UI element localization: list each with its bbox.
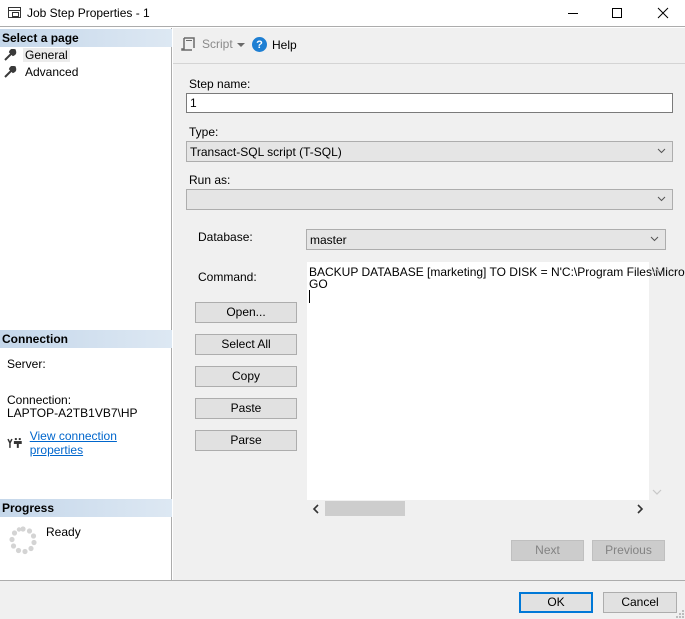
help-button[interactable]: ? Help [252, 37, 297, 52]
scroll-right-icon[interactable] [636, 504, 644, 514]
connection-header: Connection [0, 330, 172, 348]
dialog-footer: OK Cancel [0, 580, 685, 619]
page-item-general[interactable]: General [4, 47, 70, 62]
select-page-header: Select a page [0, 29, 172, 47]
script-icon [181, 37, 195, 51]
wrench-icon [4, 48, 17, 61]
step-name-label: Step name: [189, 77, 251, 91]
page-item-label: General [23, 47, 70, 62]
type-select[interactable]: Transact-SQL script (T-SQL) [186, 141, 673, 162]
scroll-up-icon[interactable] [652, 266, 662, 276]
scroll-down-icon[interactable] [652, 487, 662, 497]
chevron-down-icon [657, 148, 666, 154]
next-button[interactable]: Next [511, 540, 584, 561]
close-button[interactable] [640, 0, 685, 26]
scroll-left-icon[interactable] [312, 504, 320, 514]
toolbar: Script ? Help [173, 28, 685, 64]
command-line: BACKUP DATABASE [marketing] TO DISK = N'… [309, 265, 685, 279]
cancel-button[interactable]: Cancel [603, 592, 677, 613]
horizontal-scrollbar[interactable] [307, 501, 649, 517]
server-label: Server: [7, 357, 46, 371]
script-button[interactable]: Script [181, 37, 233, 51]
connection-properties-icon [7, 438, 22, 448]
page-item-advanced[interactable]: Advanced [4, 64, 80, 79]
script-dropdown-icon[interactable] [237, 43, 245, 47]
view-connection-properties-row: View connection properties [7, 429, 171, 457]
scrollbar-thumb[interactable] [325, 501, 405, 516]
run-as-select[interactable] [186, 189, 673, 210]
connection-value: LAPTOP-A2TB1VB7\HP [7, 406, 138, 420]
select-all-button[interactable]: Select All [195, 334, 297, 355]
previous-button[interactable]: Previous [592, 540, 665, 561]
text-caret [309, 290, 310, 303]
type-select-value: Transact-SQL script (T-SQL) [190, 145, 342, 159]
chevron-down-icon [657, 196, 666, 202]
view-connection-properties-link[interactable]: View connection properties [30, 429, 171, 457]
progress-header: Progress [0, 499, 172, 517]
main-panel: Script ? Help Step name: 1 Type: Transac… [173, 28, 685, 580]
maximize-icon [612, 8, 622, 18]
help-label: Help [272, 37, 297, 52]
database-select[interactable]: master [306, 229, 666, 250]
progress-spinner-icon [9, 526, 37, 555]
page-item-label: Advanced [25, 64, 79, 79]
minimize-button[interactable] [550, 0, 596, 26]
command-label: Command: [198, 270, 257, 284]
window-app-icon [8, 7, 21, 18]
connection-label: Connection: [7, 393, 72, 407]
paste-button[interactable]: Paste [195, 398, 297, 419]
database-label: Database: [198, 230, 253, 244]
type-label: Type: [189, 125, 219, 139]
maximize-button[interactable] [594, 0, 640, 26]
minimize-icon [568, 12, 578, 14]
parse-button[interactable]: Parse [195, 430, 297, 451]
sidebar: Select a page General Advanced Connectio… [0, 28, 172, 580]
copy-button[interactable]: Copy [195, 366, 297, 387]
command-editor[interactable]: BACKUP DATABASE [marketing] TO DISK = N'… [307, 262, 685, 500]
run-as-label: Run as: [189, 173, 231, 187]
open-button[interactable]: Open... [195, 302, 297, 323]
progress-status: Ready [46, 525, 81, 539]
script-label: Script [202, 37, 233, 51]
ok-button[interactable]: OK [519, 592, 593, 613]
database-select-value: master [310, 233, 347, 247]
chevron-down-icon [650, 236, 659, 242]
title-bar: Job Step Properties - 1 [0, 0, 685, 27]
step-name-input[interactable]: 1 [186, 93, 673, 113]
command-line: GO [309, 277, 328, 291]
window-title: Job Step Properties - 1 [27, 6, 150, 20]
help-icon: ? [252, 37, 267, 52]
resize-grip-icon[interactable] [674, 608, 684, 618]
close-icon [657, 7, 669, 19]
wrench-icon [4, 65, 17, 78]
